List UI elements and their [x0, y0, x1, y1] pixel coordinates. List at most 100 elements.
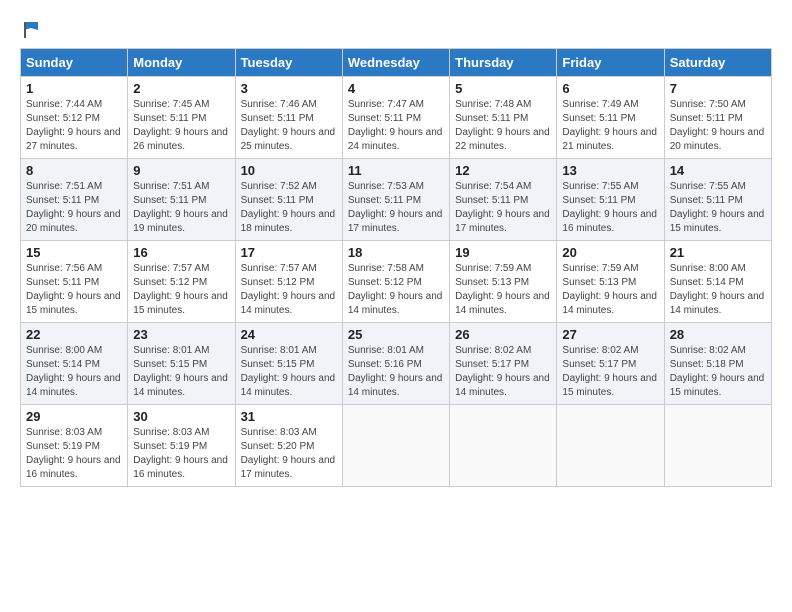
day-number: 31 [241, 409, 337, 424]
sunrise-info: Sunrise: 7:56 AM [26, 263, 102, 274]
day-number: 27 [562, 327, 658, 342]
daylight-info: Daylight: 9 hours and 27 minutes. [26, 127, 121, 152]
sunset-info: Sunset: 5:11 PM [241, 195, 314, 206]
calendar-day-cell: 22Sunrise: 8:00 AMSunset: 5:14 PMDayligh… [21, 323, 128, 405]
calendar-day-cell [664, 405, 771, 487]
daylight-info: Daylight: 9 hours and 22 minutes. [455, 127, 550, 152]
sunrise-info: Sunrise: 7:44 AM [26, 99, 102, 110]
daylight-info: Daylight: 9 hours and 14 minutes. [670, 291, 765, 316]
sunset-info: Sunset: 5:13 PM [455, 277, 529, 288]
sunrise-info: Sunrise: 8:03 AM [133, 427, 209, 438]
calendar-day-cell: 23Sunrise: 8:01 AMSunset: 5:15 PMDayligh… [128, 323, 235, 405]
calendar-day-cell: 31Sunrise: 8:03 AMSunset: 5:20 PMDayligh… [235, 405, 342, 487]
calendar-day-cell: 2Sunrise: 7:45 AMSunset: 5:11 PMDaylight… [128, 77, 235, 159]
daylight-info: Daylight: 9 hours and 16 minutes. [562, 209, 657, 234]
sunset-info: Sunset: 5:15 PM [133, 359, 207, 370]
sunset-info: Sunset: 5:11 PM [241, 113, 314, 124]
daylight-info: Daylight: 9 hours and 15 minutes. [670, 209, 765, 234]
calendar-day-cell: 28Sunrise: 8:02 AMSunset: 5:18 PMDayligh… [664, 323, 771, 405]
daylight-info: Daylight: 9 hours and 14 minutes. [26, 373, 121, 398]
daylight-info: Daylight: 9 hours and 18 minutes. [241, 209, 336, 234]
calendar-day-cell: 13Sunrise: 7:55 AMSunset: 5:11 PMDayligh… [557, 159, 664, 241]
sunrise-info: Sunrise: 8:01 AM [348, 345, 424, 356]
sunrise-info: Sunrise: 8:02 AM [455, 345, 531, 356]
day-number: 13 [562, 163, 658, 178]
daylight-info: Daylight: 9 hours and 15 minutes. [670, 373, 765, 398]
calendar-day-cell: 5Sunrise: 7:48 AMSunset: 5:11 PMDaylight… [450, 77, 557, 159]
calendar-day-cell: 14Sunrise: 7:55 AMSunset: 5:11 PMDayligh… [664, 159, 771, 241]
day-number: 26 [455, 327, 551, 342]
sunrise-info: Sunrise: 7:53 AM [348, 181, 424, 192]
sunset-info: Sunset: 5:17 PM [455, 359, 529, 370]
day-number: 22 [26, 327, 122, 342]
sunrise-info: Sunrise: 7:47 AM [348, 99, 424, 110]
day-number: 21 [670, 245, 766, 260]
sunrise-info: Sunrise: 8:02 AM [670, 345, 746, 356]
daylight-info: Daylight: 9 hours and 14 minutes. [348, 291, 443, 316]
day-number: 20 [562, 245, 658, 260]
day-number: 12 [455, 163, 551, 178]
sunrise-info: Sunrise: 7:45 AM [133, 99, 209, 110]
sunset-info: Sunset: 5:11 PM [348, 195, 421, 206]
sunrise-info: Sunrise: 8:00 AM [26, 345, 102, 356]
calendar-day-cell: 1 Sunrise: 7:44 AM Sunset: 5:12 PM Daylight… [21, 77, 128, 159]
day-number: 16 [133, 245, 229, 260]
daylight-info: Daylight: 9 hours and 14 minutes. [455, 291, 550, 316]
calendar-day-cell: 29Sunrise: 8:03 AMSunset: 5:19 PMDayligh… [21, 405, 128, 487]
calendar-day-cell [450, 405, 557, 487]
weekday-header-wednesday: Wednesday [342, 49, 449, 77]
sunset-info: Sunset: 5:11 PM [455, 195, 528, 206]
calendar-day-cell: 25Sunrise: 8:01 AMSunset: 5:16 PMDayligh… [342, 323, 449, 405]
sunset-info: Sunset: 5:11 PM [562, 113, 635, 124]
sunset-info: Sunset: 5:11 PM [133, 113, 206, 124]
day-number: 7 [670, 81, 766, 96]
daylight-info: Daylight: 9 hours and 15 minutes. [562, 373, 657, 398]
sunset-info: Sunset: 5:12 PM [241, 277, 315, 288]
sunset-info: Sunset: 5:11 PM [562, 195, 635, 206]
daylight-info: Daylight: 9 hours and 21 minutes. [562, 127, 657, 152]
weekday-header-thursday: Thursday [450, 49, 557, 77]
day-number: 5 [455, 81, 551, 96]
calendar-day-cell: 26 Sunrise: 8:02 AM Sunset: 5:17 PM Dayligh… [450, 323, 557, 405]
calendar-day-cell: 15Sunrise: 7:56 AMSunset: 5:11 PMDayligh… [21, 241, 128, 323]
daylight-info: Daylight: 9 hours and 14 minutes. [348, 373, 443, 398]
day-number: 9 [133, 163, 229, 178]
day-number: 8 [26, 163, 122, 178]
calendar-week-row: 1 Sunrise: 7:44 AM Sunset: 5:12 PM Daylight… [21, 77, 772, 159]
sunrise-info: Sunrise: 7:49 AM [562, 99, 638, 110]
daylight-info: Daylight: 9 hours and 14 minutes. [455, 373, 550, 398]
daylight-info: Daylight: 9 hours and 17 minutes. [241, 455, 336, 480]
day-number: 17 [241, 245, 337, 260]
day-number: 18 [348, 245, 444, 260]
sunset-info: Sunset: 5:11 PM [670, 195, 743, 206]
calendar-day-cell: 21Sunrise: 8:00 AMSunset: 5:14 PMDayligh… [664, 241, 771, 323]
calendar-week-row: 29Sunrise: 8:03 AMSunset: 5:19 PMDayligh… [21, 405, 772, 487]
calendar-day-cell: 11Sunrise: 7:53 AMSunset: 5:11 PMDayligh… [342, 159, 449, 241]
sunset-info: Sunset: 5:11 PM [26, 195, 99, 206]
calendar-day-cell: 8 Sunrise: 7:51 AM Sunset: 5:11 PM Daylight… [21, 159, 128, 241]
sunrise-info: Sunrise: 8:00 AM [670, 263, 746, 274]
daylight-info: Daylight: 9 hours and 17 minutes. [455, 209, 550, 234]
calendar-day-cell: 19Sunrise: 7:59 AMSunset: 5:13 PMDayligh… [450, 241, 557, 323]
day-number: 19 [455, 245, 551, 260]
sunrise-info: Sunrise: 7:55 AM [670, 181, 746, 192]
weekday-header-sunday: Sunday [21, 49, 128, 77]
daylight-info: Daylight: 9 hours and 14 minutes. [241, 373, 336, 398]
day-number: 15 [26, 245, 122, 260]
day-number: 11 [348, 163, 444, 178]
sunrise-info: Sunrise: 7:57 AM [241, 263, 317, 274]
day-number: 2 [133, 81, 229, 96]
calendar-week-row: 8 Sunrise: 7:51 AM Sunset: 5:11 PM Daylight… [21, 159, 772, 241]
day-number: 4 [348, 81, 444, 96]
sunset-info: Sunset: 5:11 PM [26, 277, 99, 288]
daylight-info: Daylight: 9 hours and 20 minutes. [26, 209, 121, 234]
sunset-info: Sunset: 5:19 PM [26, 441, 100, 452]
sunrise-info: Sunrise: 7:51 AM [26, 181, 102, 192]
sunrise-info: Sunrise: 8:03 AM [241, 427, 317, 438]
day-number: 1 [26, 81, 122, 96]
sunrise-info: Sunrise: 7:58 AM [348, 263, 424, 274]
sunset-info: Sunset: 5:12 PM [26, 113, 100, 124]
sunset-info: Sunset: 5:19 PM [133, 441, 207, 452]
daylight-info: Daylight: 9 hours and 20 minutes. [670, 127, 765, 152]
calendar-day-cell: 10Sunrise: 7:52 AMSunset: 5:11 PMDayligh… [235, 159, 342, 241]
